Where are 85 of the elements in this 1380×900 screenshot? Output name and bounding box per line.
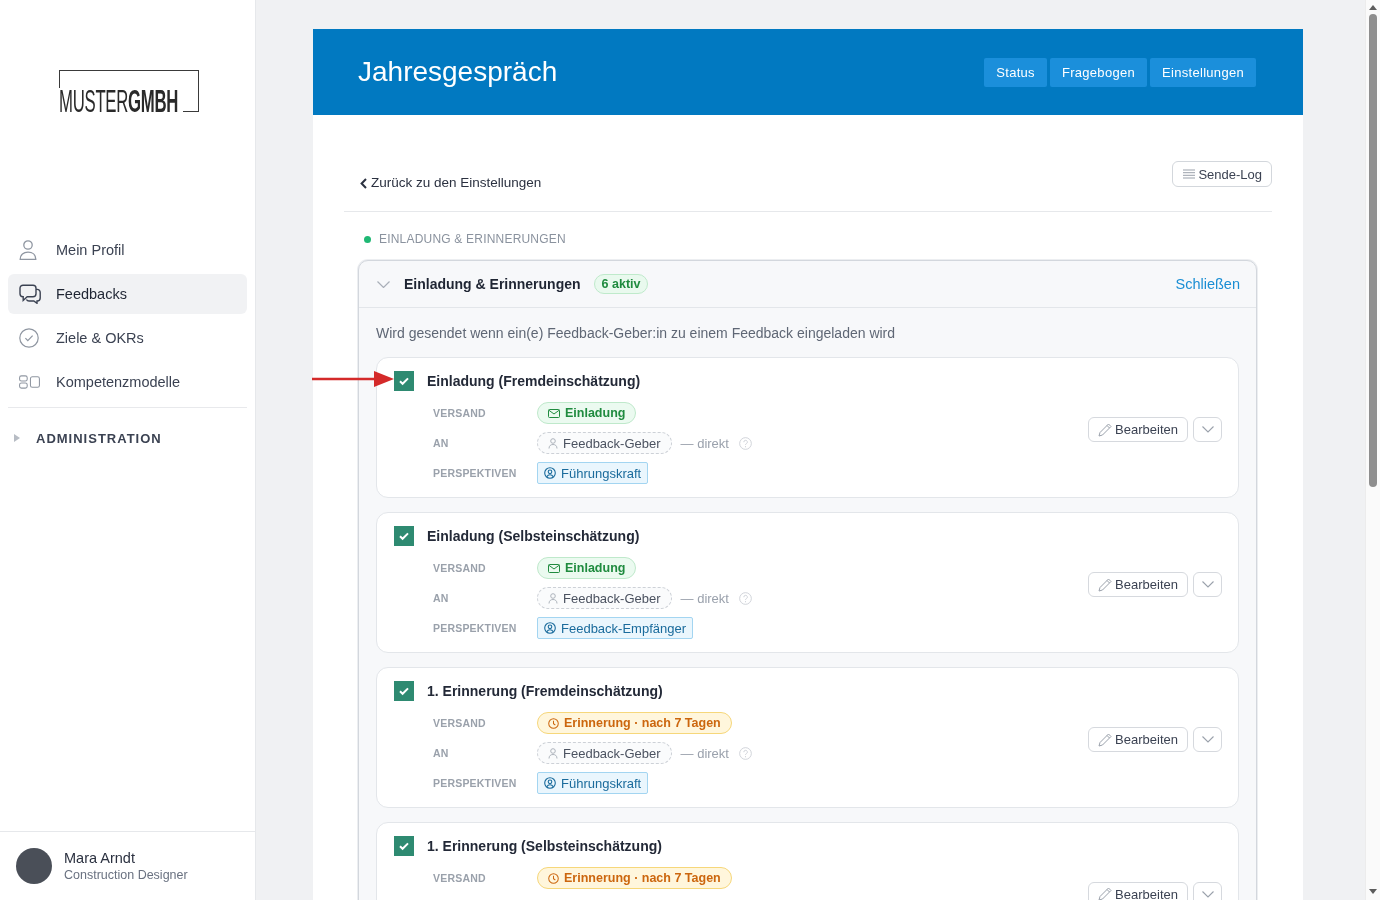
field-label: AN <box>433 592 450 604</box>
user-role: Construction Designer <box>64 867 188 883</box>
edit-button[interactable]: Bearbeiten <box>1088 881 1188 900</box>
chat-bubbles-icon <box>19 284 41 304</box>
card-title: Einladung (Fremdeinschätzung) <box>427 373 641 389</box>
field-label: VERSAND <box>433 717 487 729</box>
chevron-down-icon <box>1201 890 1214 898</box>
pencil-icon <box>1098 577 1113 592</box>
field-label: VERSAND <box>433 872 487 884</box>
clock-icon <box>548 872 559 884</box>
help-icon <box>738 436 752 450</box>
person-circle-icon <box>544 467 556 479</box>
nav-button[interactable]: Einstellungen <box>1150 57 1256 87</box>
blocks-icon <box>19 375 40 389</box>
help-icon <box>738 591 752 605</box>
chevron-down-icon <box>1201 736 1214 743</box>
nav-button[interactable]: Status <box>984 57 1047 87</box>
list-icon <box>1183 169 1196 179</box>
person-circle-icon <box>544 622 556 634</box>
clock-icon <box>548 717 559 729</box>
pencil-icon <box>1098 422 1113 437</box>
sidebar-item[interactable]: Feedbacks <box>8 274 247 314</box>
card-title: Einladung (Selbsteinschätzung) <box>427 528 640 544</box>
field-label: PERSPEKTIVEN <box>433 622 518 634</box>
tag-label: Erinnerung · nach 7 Tagen <box>564 871 721 885</box>
checkbox[interactable] <box>394 681 414 701</box>
nav-button[interactable]: Fragebogen <box>1049 57 1148 87</box>
tag-label: Feedback-Geber <box>563 745 661 761</box>
delivery-note: — direkt <box>680 590 729 606</box>
help-icon <box>738 746 752 760</box>
tag-label: Feedback-Geber <box>563 435 661 451</box>
envelope-icon <box>548 408 560 418</box>
status-dot-icon <box>364 235 371 243</box>
panel-description: Wird gesendet wenn ein(e) Feedback-Geber:in zu einem Feedback eingeladen wird <box>376 324 897 342</box>
delivery-note: — direkt <box>680 745 729 761</box>
page-title: Jahresgespräch <box>358 55 558 89</box>
panel-title: Einladung & Erinnerungen <box>404 276 581 292</box>
tag-label: Führungskraft <box>561 775 642 791</box>
count-badge: 6 aktiv <box>593 274 649 294</box>
scrollbar-thumb[interactable] <box>1369 14 1377 487</box>
chevron-down-icon <box>1201 581 1214 588</box>
edit-button[interactable]: Bearbeiten <box>1088 727 1188 752</box>
person-icon <box>548 437 558 449</box>
edit-button[interactable]: Bearbeiten <box>1088 572 1188 597</box>
edit-button[interactable]: Bearbeiten <box>1088 417 1188 442</box>
field-label: PERSPEKTIVEN <box>433 467 518 479</box>
field-label: VERSAND <box>433 562 487 574</box>
scroll-down-icon[interactable] <box>1369 889 1377 894</box>
avatar <box>16 848 52 884</box>
back-link[interactable]: Zurück zu den Einstellungen <box>360 174 542 192</box>
card-title: 1. Erinnerung (Fremdeinschätzung) <box>427 683 663 699</box>
envelope-icon <box>548 563 560 573</box>
person-icon <box>19 240 37 260</box>
tag-label: Einladung <box>565 561 626 575</box>
tag-label: Feedback-Empfänger <box>561 620 686 636</box>
field-label: VERSAND <box>433 407 487 419</box>
section-label: EINLADUNG & ERINNERUNGEN <box>379 232 566 246</box>
field-label: PERSPEKTIVEN <box>433 777 518 789</box>
checkbox[interactable] <box>394 371 414 391</box>
company-logo: MUSTERGMBH <box>59 70 199 112</box>
person-icon <box>548 747 558 759</box>
checkbox[interactable] <box>394 836 414 856</box>
tag-label: Einladung <box>565 406 626 420</box>
card-title: 1. Erinnerung (Selbsteinschätzung) <box>427 838 662 854</box>
pencil-icon <box>1098 887 1113 900</box>
check-circle-icon <box>19 328 39 348</box>
person-icon <box>548 592 558 604</box>
pencil-icon <box>1098 732 1113 747</box>
sidebar-item[interactable]: Ziele & OKRs <box>8 318 247 358</box>
field-label: AN <box>433 437 450 449</box>
tag-label: Führungskraft <box>561 465 642 481</box>
field-label: AN <box>433 747 450 759</box>
scroll-up-icon[interactable] <box>1369 5 1377 10</box>
sidebar-item[interactable]: Kompetenzmodelle <box>8 362 247 402</box>
person-circle-icon <box>544 777 556 789</box>
tag-label: Erinnerung · nach 7 Tagen <box>564 716 721 730</box>
user-name: Mara Arndt <box>64 849 136 867</box>
checkbox[interactable] <box>394 526 414 546</box>
delivery-note: — direkt <box>680 435 729 451</box>
tag-label: Feedback-Geber <box>563 590 661 606</box>
nav-section-header[interactable]: ADMINISTRATION <box>8 418 162 458</box>
chevron-down-icon <box>1201 426 1214 433</box>
chevron-left-icon <box>360 177 367 189</box>
sidebar-item[interactable]: Mein Profil <box>8 230 247 270</box>
send-log-button[interactable]: Sende-Log <box>1172 161 1272 187</box>
